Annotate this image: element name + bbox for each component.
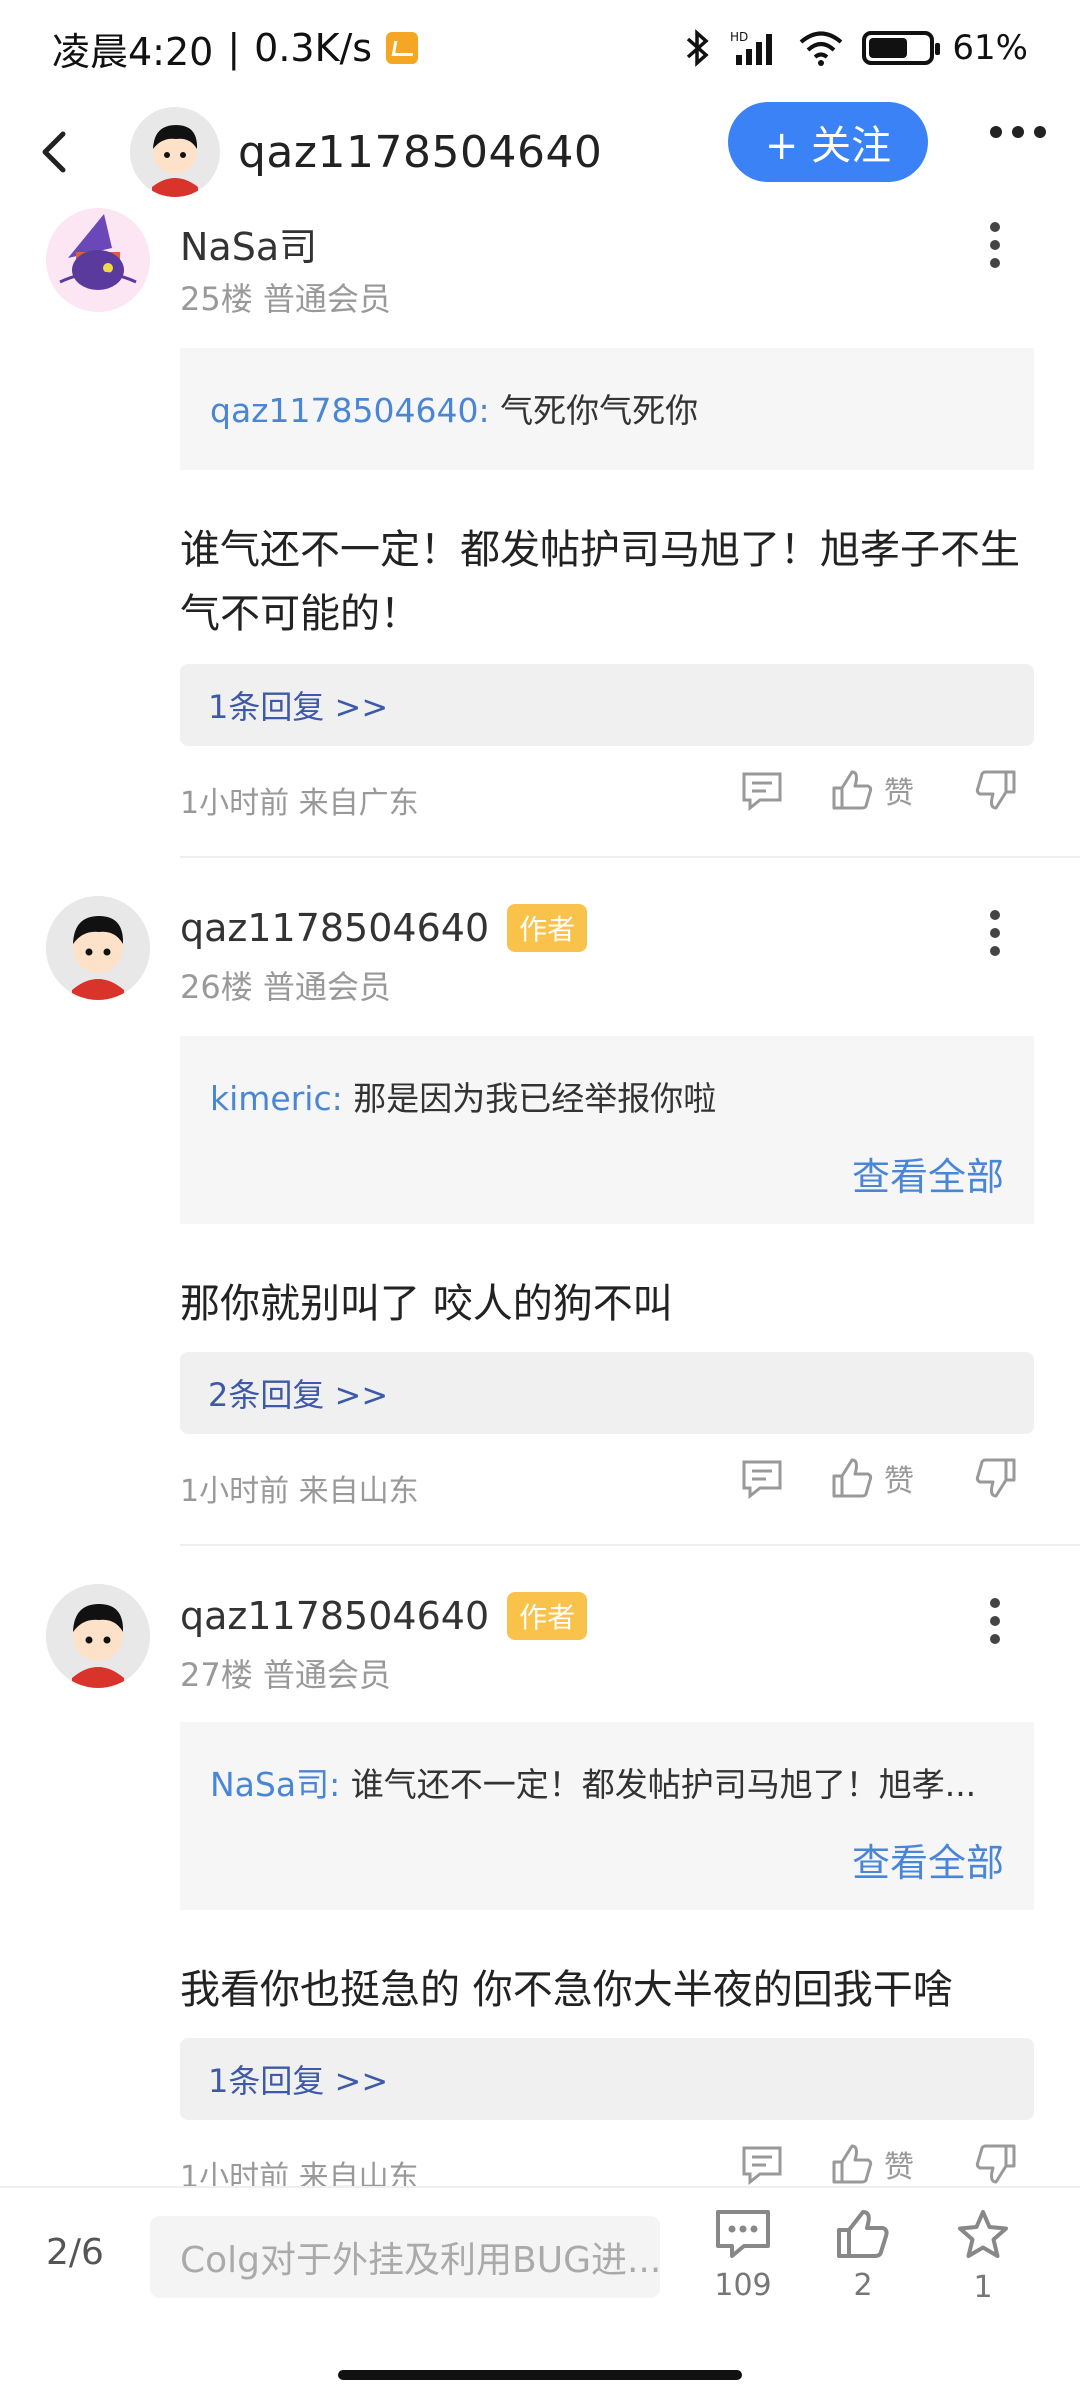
like-label: 赞 [884, 776, 914, 811]
like-icon [832, 2144, 873, 2184]
comment-actions: 赞 [740, 2142, 1018, 2186]
back-icon [42, 131, 66, 173]
author-tag: 作者 [507, 904, 588, 952]
header-username[interactable]: qaz1178504640 [238, 127, 602, 178]
comment-content: 我看你也挺急的 你不急你大半夜的回我干啥 [180, 1967, 953, 2013]
bottom-toolbar: 2/6 Colg对于外挂及利用BUG进... 109 2 1 [0, 2186, 1080, 2400]
avatar-boy-icon [130, 107, 220, 197]
replies-link[interactable]: 2条回复 >> [180, 1352, 1034, 1434]
avatar-boy-icon [46, 896, 150, 1000]
comment-icon[interactable] [740, 2142, 784, 2186]
view-all-link[interactable]: 查看全部 [852, 1146, 1004, 1201]
back-button[interactable] [30, 128, 78, 176]
dislike-icon[interactable] [974, 1456, 1018, 1500]
quoted-text: 那是因为我已经举报你啦 [353, 1079, 717, 1118]
comment-footer: 1小时前 来自山东 [180, 1474, 419, 1509]
like-button[interactable]: 赞 [830, 2142, 914, 2186]
favorites-count: 1 [973, 2270, 993, 2305]
thread-header: qaz1178504640 + 关注 [0, 96, 1080, 208]
comments-button[interactable]: 109 [698, 2208, 788, 2303]
quoted-reply[interactable]: NaSa司: 谁气还不一定！都发帖护司马旭了！旭孝... 查看全部 [180, 1722, 1034, 1910]
like-thread-button[interactable]: 2 [818, 2208, 908, 2303]
avatar[interactable] [46, 208, 150, 312]
avatar[interactable] [46, 896, 150, 1000]
divider [180, 1544, 1080, 1546]
like-button[interactable]: 赞 [830, 1456, 914, 1500]
page-indicator[interactable]: 2/6 [46, 2232, 104, 2273]
quoted-user[interactable]: kimeric: [210, 1079, 343, 1118]
comment-more-icon[interactable] [990, 1598, 1000, 1644]
status-left: 凌晨4:20 | 0.3K/s [52, 21, 419, 76]
replies-link[interactable]: 1条回复 >> [180, 2038, 1034, 2120]
status-divider: | [227, 26, 241, 70]
battery-icon [862, 31, 941, 65]
comment-more-icon[interactable] [990, 910, 1000, 956]
avatar-boy-icon [46, 1584, 150, 1688]
star-icon [958, 2210, 1008, 2258]
floor-meta: 26楼 普通会员 [180, 968, 391, 1006]
status-right: HD 61% [684, 28, 1028, 68]
signal-icon: HD [730, 30, 773, 65]
comment-content: 谁气还不一定！都发帖护司马旭了！旭孝子不生气不可能的！ [180, 527, 1020, 637]
battery-percent: 61% [952, 28, 1028, 68]
dislike-icon[interactable] [974, 2142, 1018, 2186]
quoted-user[interactable]: NaSa司: [210, 1765, 340, 1804]
author-name[interactable]: qaz1178504640 [180, 1594, 489, 1638]
status-time: 凌晨4:20 [52, 29, 214, 74]
more-icon[interactable] [990, 126, 1046, 138]
like-icon [832, 1458, 873, 1498]
quoted-user[interactable]: qaz1178504640: [210, 391, 490, 430]
quoted-text: 谁气还不一定！都发帖护司马旭了！旭孝... [350, 1765, 977, 1804]
comment-actions: 赞 [740, 1456, 1018, 1500]
like-label: 赞 [884, 1464, 914, 1499]
floor-meta: 25楼 普通会员 [180, 280, 391, 318]
notification-icon [386, 32, 419, 64]
status-bar: 凌晨4:20 | 0.3K/s HD 61% [0, 0, 1080, 96]
comment-item: qaz1178504640 作者 26楼 普通会员 kimeric: 那是因为我… [0, 896, 1080, 1546]
quoted-text: 气死你气死你 [500, 391, 699, 430]
bluetooth-icon [687, 29, 710, 67]
dislike-icon[interactable] [974, 768, 1018, 812]
comment-input[interactable]: Colg对于外挂及利用BUG进... [150, 2216, 660, 2298]
comment-item: qaz1178504640 作者 27楼 普通会员 NaSa司: 谁气还不一定！… [0, 1584, 1080, 2204]
quoted-reply[interactable]: kimeric: 那是因为我已经举报你啦 查看全部 [180, 1036, 1034, 1224]
favorite-button[interactable]: 1 [938, 2208, 1028, 2305]
comment-icon [716, 2210, 770, 2258]
like-icon [837, 2210, 889, 2258]
like-icon [832, 770, 873, 810]
quoted-reply[interactable]: qaz1178504640: 气死你气死你 [180, 348, 1034, 470]
follow-button[interactable]: + 关注 [728, 102, 928, 182]
comment-item: NaSa司 25楼 普通会员 qaz1178504640: 气死你气死你 谁气还… [0, 208, 1080, 858]
comment-more-icon[interactable] [990, 222, 1000, 268]
divider [180, 856, 1080, 858]
wifi-icon [800, 31, 843, 66]
avatar-witch-cat-icon [46, 208, 150, 312]
comments-count: 109 [714, 2268, 772, 2303]
author-tag: 作者 [507, 1592, 588, 1640]
comment-actions: 赞 [740, 768, 1018, 812]
comment-author[interactable]: qaz1178504640 作者 [180, 1592, 588, 1640]
comment-content: 那你就别叫了 咬人的狗不叫 [180, 1281, 673, 1327]
comment-icon[interactable] [740, 768, 784, 812]
status-speed: 0.3K/s [254, 26, 373, 70]
view-all-link[interactable]: 查看全部 [852, 1832, 1004, 1887]
header-avatar[interactable] [130, 107, 220, 197]
floor-meta: 27楼 普通会员 [180, 1656, 391, 1694]
comment-author[interactable]: NaSa司 [180, 216, 317, 271]
comment-icon[interactable] [740, 1456, 784, 1500]
svg-text:HD: HD [730, 30, 748, 44]
comment-author[interactable]: qaz1178504640 作者 [180, 904, 588, 952]
author-name[interactable]: NaSa司 [180, 216, 317, 271]
avatar[interactable] [46, 1584, 150, 1688]
likes-count: 2 [853, 2268, 873, 2303]
author-name[interactable]: qaz1178504640 [180, 906, 489, 950]
home-indicator[interactable] [338, 2370, 742, 2380]
like-label: 赞 [884, 2150, 914, 2185]
replies-link[interactable]: 1条回复 >> [180, 664, 1034, 746]
like-button[interactable]: 赞 [830, 768, 914, 812]
comment-footer: 1小时前 来自广东 [180, 786, 419, 821]
